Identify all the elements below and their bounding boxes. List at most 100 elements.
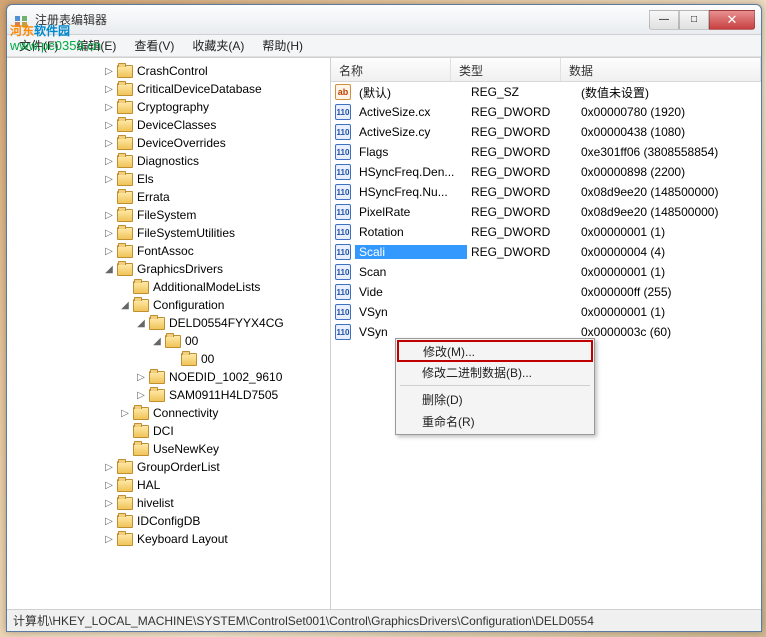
collapse-icon[interactable]: ◢ — [151, 335, 163, 347]
tree-item[interactable]: ▷SAM0911H4LD7505 — [7, 386, 330, 404]
tree-item[interactable]: ▷ FileSystem — [7, 206, 330, 224]
context-rename[interactable]: 重命名(R) — [398, 410, 592, 432]
tree-item-label: FileSystem — [137, 208, 196, 222]
tree-item[interactable]: ▷FileSystemUtilities — [7, 224, 330, 242]
expand-icon[interactable]: ▷ — [119, 407, 131, 419]
cell-data: 0x000000ff (255) — [577, 285, 761, 299]
tree-item[interactable]: ◢00 — [7, 332, 330, 350]
tree-item-label: CrashControl — [137, 64, 208, 78]
menu-view[interactable]: 查看(V) — [126, 35, 182, 56]
column-name[interactable]: 名称 — [331, 58, 451, 81]
cell-name: VSyn — [355, 325, 467, 339]
tree-item[interactable]: ▷Diagnostics — [7, 152, 330, 170]
folder-icon — [133, 281, 149, 294]
titlebar[interactable]: 注册表编辑器 — □ ✕ — [7, 5, 761, 35]
expand-icon[interactable]: ▷ — [135, 371, 147, 383]
tree-item[interactable]: ◢Configuration — [7, 296, 330, 314]
tree-item[interactable]: ▷Keyboard Layout — [7, 530, 330, 548]
tree-item[interactable]: ▷ DeviceOverrides — [7, 134, 330, 152]
expand-icon[interactable]: ▷ — [103, 119, 115, 131]
cell-data: 0x00000001 (1) — [577, 225, 761, 239]
expand-icon[interactable]: ▷ — [103, 155, 115, 167]
tree-item[interactable]: ▷GroupOrderList — [7, 458, 330, 476]
column-type[interactable]: 类型 — [451, 58, 561, 81]
expand-icon[interactable]: ▷ — [103, 227, 115, 239]
cell-data: 0x00000004 (4) — [577, 245, 761, 259]
collapse-icon[interactable]: ◢ — [119, 299, 131, 311]
context-modify[interactable]: 修改(M)... — [397, 340, 593, 362]
tree-item[interactable]: ▷FontAssoc — [7, 242, 330, 260]
expand-icon[interactable]: ▷ — [103, 533, 115, 545]
tree-scroll[interactable]: ▷ CrashControl ▷CriticalDeviceDatabase▷Cry… — [7, 58, 330, 609]
collapse-icon[interactable]: ◢ — [103, 263, 115, 275]
expand-icon[interactable]: ▷ — [103, 137, 115, 149]
list-row[interactable]: 110VSyn0x00000001 (1) — [331, 302, 761, 322]
cell-name: Flags — [355, 145, 467, 159]
list-row[interactable]: 110FlagsREG_DWORD0xe301ff06 (3808558854) — [331, 142, 761, 162]
list-row[interactable]: 110Scan0x00000001 (1) — [331, 262, 761, 282]
collapse-icon[interactable]: ◢ — [135, 317, 147, 329]
tree-item[interactable]: ◢GraphicsDrivers — [7, 260, 330, 278]
minimize-button[interactable]: — — [649, 10, 679, 30]
folder-icon — [181, 353, 197, 366]
menubar: 文件(F) 编辑(E) 查看(V) 收藏夹(A) 帮助(H) — [7, 35, 761, 57]
close-button[interactable]: ✕ — [709, 10, 755, 30]
cell-data: 0x00000001 (1) — [577, 265, 761, 279]
tree-item[interactable]: ▷DCI — [7, 422, 330, 440]
list-row[interactable]: 110ActiveSize.cxREG_DWORD0x00000780 (192… — [331, 102, 761, 122]
list-row[interactable]: 110RotationREG_DWORD0x00000001 (1) — [331, 222, 761, 242]
tree-item[interactable]: ▷ Els — [7, 170, 330, 188]
expand-icon[interactable]: ▷ — [103, 497, 115, 509]
folder-icon — [133, 443, 149, 456]
tree-item[interactable]: ▷UseNewKey — [7, 440, 330, 458]
expand-icon[interactable]: ▷ — [103, 65, 115, 77]
tree-item[interactable]: ▷NOEDID_1002_9610 — [7, 368, 330, 386]
list-row[interactable]: 110ActiveSize.cyREG_DWORD0x00000438 (108… — [331, 122, 761, 142]
expand-icon[interactable]: ▷ — [135, 389, 147, 401]
binary-value-icon: 110 — [335, 224, 351, 240]
tree-item[interactable]: ▷Connectivity — [7, 404, 330, 422]
client-area: ▷ CrashControl ▷CriticalDeviceDatabase▷Cry… — [7, 57, 761, 609]
cell-data: 0x08d9ee20 (148500000) — [577, 185, 761, 199]
list-row[interactable]: 110Vide0x000000ff (255) — [331, 282, 761, 302]
maximize-button[interactable]: □ — [679, 10, 709, 30]
folder-icon — [117, 191, 133, 204]
list-body[interactable]: ab(默认)REG_SZ(数值未设置)110ActiveSize.cxREG_D… — [331, 82, 761, 609]
tree-item[interactable]: ▷CriticalDeviceDatabase — [7, 80, 330, 98]
menu-favorites[interactable]: 收藏夹(A) — [184, 35, 252, 56]
tree-item[interactable]: ▷DeviceClasses — [7, 116, 330, 134]
tree-item-label: DeviceOverrides — [137, 136, 226, 150]
tree-item[interactable]: ▷Errata — [7, 188, 330, 206]
expand-icon[interactable]: ▷ — [103, 461, 115, 473]
tree-item[interactable]: ▷IDConfigDB — [7, 512, 330, 530]
list-row[interactable]: 110PixelRateREG_DWORD0x08d9ee20 (1485000… — [331, 202, 761, 222]
expand-icon[interactable]: ▷ — [103, 173, 115, 185]
tree-item[interactable]: ▷AdditionalModeLists — [7, 278, 330, 296]
tree-item[interactable]: ▷00 — [7, 350, 330, 368]
tree-item[interactable]: ▷ HAL — [7, 476, 330, 494]
menu-file[interactable]: 文件(F) — [11, 35, 66, 56]
tree-item[interactable]: ◢DELD0554FYYX4CG — [7, 314, 330, 332]
expand-icon[interactable]: ▷ — [103, 245, 115, 257]
list-row[interactable]: 110HSyncFreq.Den...REG_DWORD0x00000898 (… — [331, 162, 761, 182]
context-modify-binary[interactable]: 修改二进制数据(B)... — [398, 361, 592, 383]
expand-icon[interactable]: ▷ — [103, 479, 115, 491]
menu-help[interactable]: 帮助(H) — [254, 35, 311, 56]
tree-item[interactable]: ▷Cryptography — [7, 98, 330, 116]
menu-edit[interactable]: 编辑(E) — [68, 35, 124, 56]
expand-icon[interactable]: ▷ — [103, 101, 115, 113]
expand-icon[interactable]: ▷ — [103, 209, 115, 221]
expand-icon[interactable]: ▷ — [103, 83, 115, 95]
tree-item-label: HAL — [137, 478, 160, 492]
tree-item-label: Els — [137, 172, 154, 186]
cell-type: REG_DWORD — [467, 245, 577, 259]
column-data[interactable]: 数据 — [561, 58, 761, 81]
list-row[interactable]: 110ScaliREG_DWORD0x00000004 (4) — [331, 242, 761, 262]
context-delete[interactable]: 删除(D) — [398, 388, 592, 410]
expand-icon[interactable]: ▷ — [103, 515, 115, 527]
folder-icon — [149, 317, 165, 330]
tree-item[interactable]: ▷hivelist — [7, 494, 330, 512]
list-row[interactable]: 110HSyncFreq.Nu...REG_DWORD0x08d9ee20 (1… — [331, 182, 761, 202]
list-row[interactable]: ab(默认)REG_SZ(数值未设置) — [331, 82, 761, 102]
tree-item[interactable]: ▷ CrashControl — [7, 62, 330, 80]
